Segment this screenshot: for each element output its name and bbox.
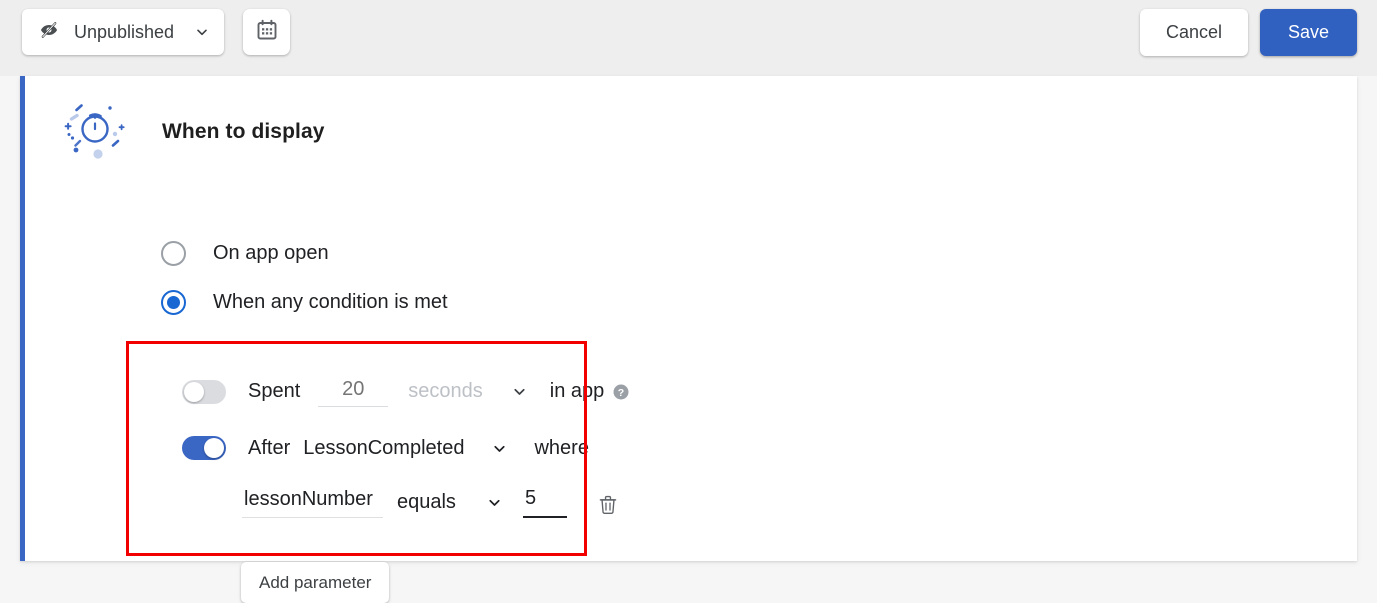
eye-slash-icon (38, 19, 60, 46)
spent-duration-input[interactable] (318, 376, 389, 407)
spent-condition-toggle[interactable] (182, 379, 226, 404)
radio-indicator[interactable] (161, 290, 186, 315)
top-toolbar: Unpublished Cancel Save (0, 0, 1377, 76)
publish-status-dropdown[interactable]: Unpublished (22, 9, 225, 55)
chevron-down-icon (511, 383, 528, 400)
event-name-dropdown[interactable]: LessonCompleted (303, 437, 508, 460)
chevron-down-icon (486, 494, 503, 511)
operator-label: equals (397, 491, 456, 513)
page-title: When to display (162, 119, 325, 143)
after-label: After (248, 436, 291, 459)
section-header: When to display (58, 96, 325, 167)
toggle-knob (204, 438, 224, 458)
event-name-label: LessonCompleted (303, 436, 465, 459)
radio-option-when-any-condition-is-met[interactable]: When any condition is met (161, 290, 448, 315)
schedule-button[interactable] (243, 9, 290, 55)
publish-status-label: Unpublished (74, 21, 175, 42)
event-condition-row: After LessonCompleted where (182, 436, 589, 460)
radio-indicator[interactable] (161, 241, 186, 266)
delete-parameter-button[interactable] (597, 492, 619, 516)
radio-label: When any condition is met (213, 291, 448, 313)
event-condition-toggle[interactable] (182, 436, 226, 460)
calendar-icon (255, 18, 279, 47)
operator-dropdown[interactable]: equals (397, 491, 503, 518)
add-parameter-button[interactable]: Add parameter (241, 562, 390, 603)
chevron-down-icon (194, 24, 210, 40)
stopwatch-sparkle-icon (58, 96, 132, 167)
event-parameter-row: equals (242, 487, 619, 518)
spent-in-app-condition-row: Spent seconds in app ? (182, 376, 630, 407)
chevron-down-icon (491, 440, 508, 457)
parameter-name-input[interactable] (242, 488, 383, 518)
save-button[interactable]: Save (1259, 9, 1357, 56)
spent-label: Spent (248, 380, 301, 402)
cancel-button[interactable]: Cancel (1139, 9, 1248, 56)
help-circle-icon[interactable]: ? (612, 383, 630, 401)
spent-unit-label: seconds (408, 380, 483, 402)
spent-unit-dropdown[interactable]: seconds (408, 380, 528, 403)
radio-label: On app open (213, 242, 329, 264)
where-label: where (534, 436, 589, 459)
when-to-display-card: When to display On app open When any con… (20, 76, 1357, 603)
svg-text:?: ? (618, 386, 624, 398)
in-app-label: in app (549, 380, 605, 402)
radio-option-on-app-open[interactable]: On app open (161, 241, 329, 266)
trash-icon (597, 495, 619, 519)
toggle-knob (184, 381, 204, 402)
parameter-value-input[interactable] (522, 487, 567, 518)
